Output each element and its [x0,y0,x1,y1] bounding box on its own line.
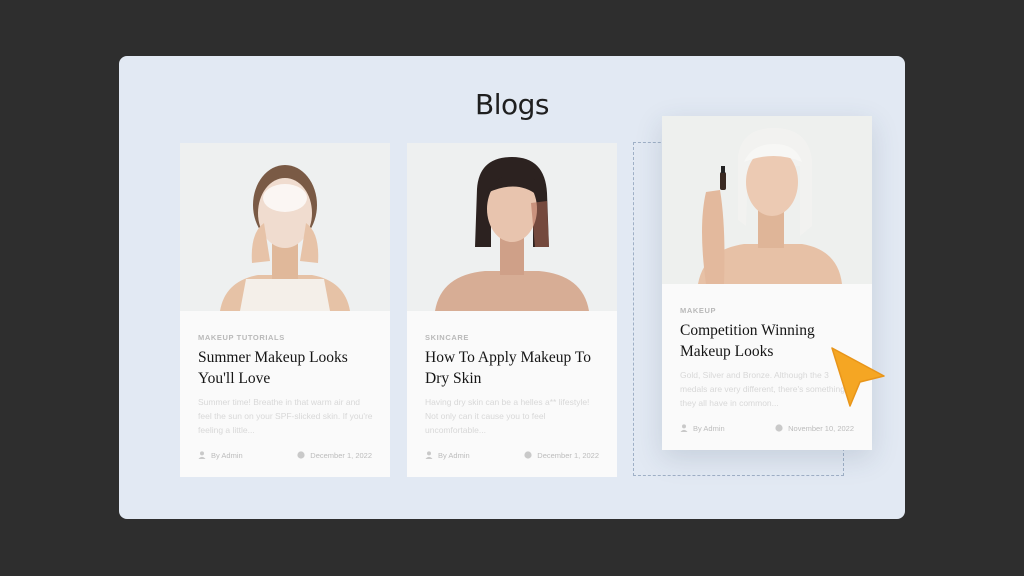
user-icon [425,451,433,459]
post-image[interactable] [407,143,617,311]
post-date-text: November 10, 2022 [788,424,854,433]
post-author[interactable]: By Admin [425,451,470,460]
post-title[interactable]: How To Apply Makeup To Dry Skin [425,347,603,389]
post-meta: By Admin December 1, 2022 [198,451,372,463]
blog-card[interactable]: SKINCARE How To Apply Makeup To Dry Skin… [407,143,617,477]
user-icon [198,451,206,459]
clock-icon [524,451,532,459]
post-author[interactable]: By Admin [680,424,725,433]
post-title[interactable]: Summer Makeup Looks You'll Love [198,347,376,389]
post-date-text: December 1, 2022 [537,451,599,460]
post-date-text: December 1, 2022 [310,451,372,460]
post-author[interactable]: By Admin [198,451,243,460]
post-meta: By Admin December 1, 2022 [425,451,599,463]
post-author-name: By Admin [693,424,725,433]
post-image[interactable] [180,143,390,311]
post-category[interactable]: MAKEUP [680,306,716,315]
post-date: November 10, 2022 [775,424,854,433]
user-icon [680,424,688,432]
blog-card[interactable]: MAKEUP TUTORIALS Summer Makeup Looks You… [180,143,390,477]
post-category[interactable]: MAKEUP TUTORIALS [198,333,285,342]
post-excerpt: Having dry skin can be a helles a** life… [425,397,590,435]
post-excerpt: Summer time! Breathe in that warm air an… [198,397,373,435]
post-category[interactable]: SKINCARE [425,333,469,342]
post-date: December 1, 2022 [297,451,372,460]
post-date: December 1, 2022 [524,451,599,460]
card-body: SKINCARE How To Apply Makeup To Dry Skin… [407,311,617,477]
clock-icon [775,424,783,432]
post-image[interactable] [662,116,872,284]
clock-icon [297,451,305,459]
post-author-name: By Admin [438,451,470,460]
post-author-name: By Admin [211,451,243,460]
card-body: MAKEUP TUTORIALS Summer Makeup Looks You… [180,311,390,477]
cursor-arrow-icon [831,347,885,407]
post-meta: By Admin November 10, 2022 [680,424,854,436]
